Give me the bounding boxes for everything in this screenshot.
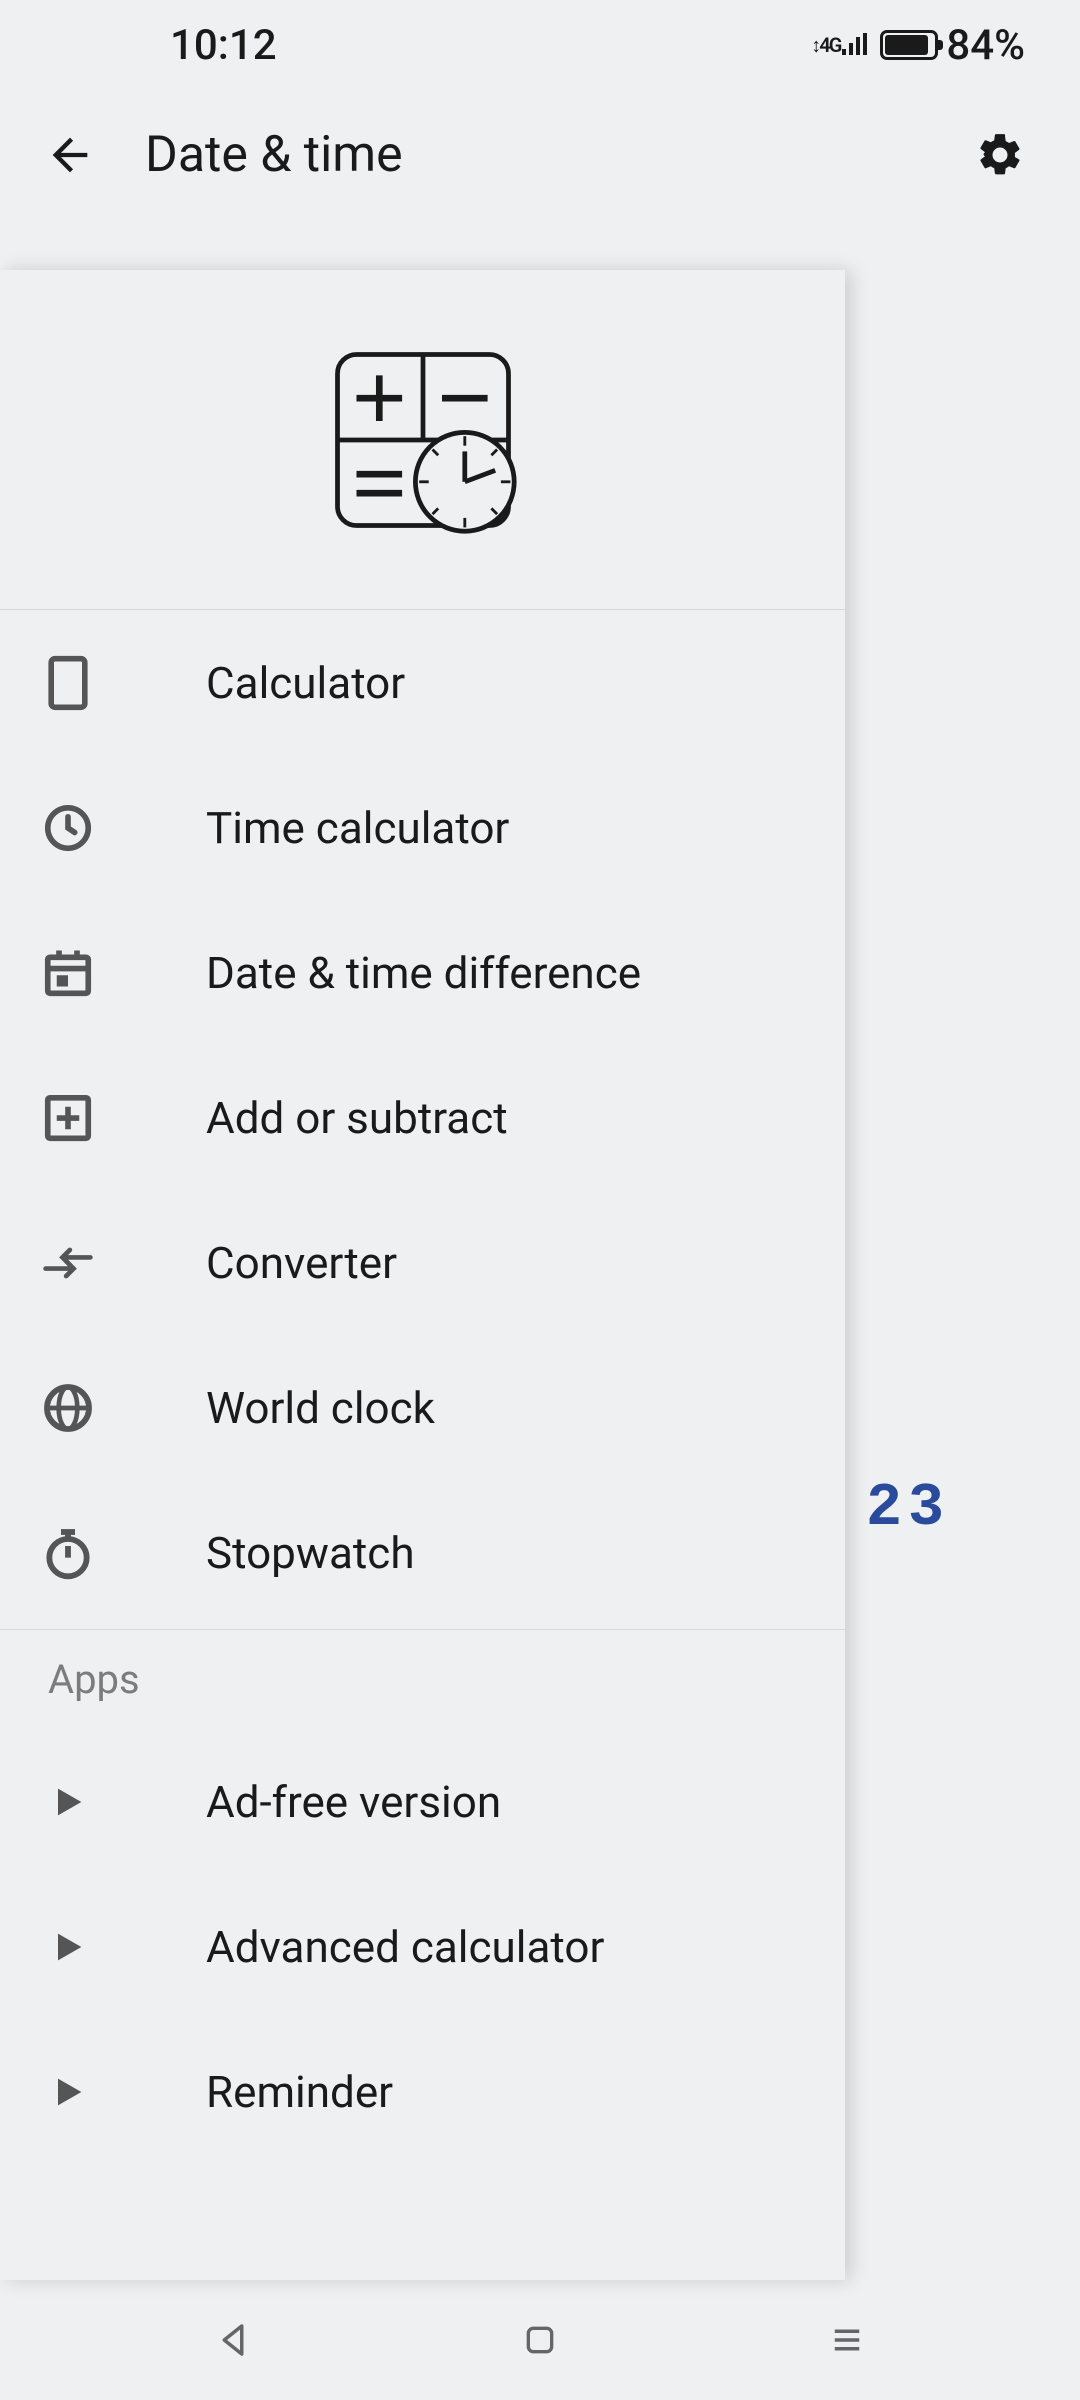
battery-percent: 84% — [946, 21, 1025, 70]
drawer-item-label: World clock — [206, 1382, 435, 1434]
drawer-item-calculator[interactable]: Calculator — [0, 610, 845, 755]
arrow-left-icon — [44, 129, 96, 181]
gear-icon — [975, 130, 1025, 180]
navigation-drawer: Calculator Time calculator Date & time d… — [0, 270, 845, 2280]
stopwatch-icon — [40, 1525, 96, 1581]
back-button[interactable] — [40, 125, 100, 185]
app-header: Date & time — [0, 90, 1080, 220]
status-bar: 10:12 ↕4G 84% — [0, 0, 1080, 90]
calculator-icon — [40, 655, 96, 711]
nav-back-button[interactable] — [203, 2310, 263, 2370]
drawer-logo-area — [0, 270, 845, 610]
system-nav-bar — [0, 2280, 1080, 2400]
drawer-item-reminder[interactable]: Reminder — [0, 2019, 845, 2164]
calendar-icon — [40, 945, 96, 1001]
play-icon — [40, 1919, 96, 1975]
nav-recents-button[interactable] — [817, 2310, 877, 2370]
digital-readout: 23 — [866, 1475, 950, 1543]
drawer-item-date-time-difference[interactable]: Date & time difference — [0, 900, 845, 1045]
status-time: 10:12 — [55, 21, 277, 70]
status-right: ↕4G 84% — [811, 21, 1025, 70]
drawer-item-label: Calculator — [206, 657, 405, 709]
nav-home-button[interactable] — [510, 2310, 570, 2370]
page-title: Date & time — [145, 126, 925, 184]
play-icon — [40, 1774, 96, 1830]
square-home-icon — [520, 2320, 560, 2360]
drawer-item-label: Reminder — [206, 2066, 393, 2118]
drawer-item-world-clock[interactable]: World clock — [0, 1335, 845, 1480]
arrows-icon — [40, 1235, 96, 1291]
drawer-item-label: Converter — [206, 1237, 397, 1289]
drawer-item-advanced-calculator[interactable]: Advanced calculator — [0, 1874, 845, 2019]
drawer-item-label: Time calculator — [206, 802, 509, 854]
plus-box-icon — [40, 1090, 96, 1146]
battery-icon — [880, 30, 938, 60]
network-icon: ↕4G — [811, 33, 868, 58]
drawer-item-label: Ad-free version — [206, 1776, 501, 1828]
drawer-item-label: Advanced calculator — [206, 1921, 604, 1973]
drawer-item-converter[interactable]: Converter — [0, 1190, 845, 1335]
drawer-item-ad-free[interactable]: Ad-free version — [0, 1729, 845, 1874]
app-logo-icon — [328, 345, 518, 535]
drawer-item-label: Stopwatch — [206, 1527, 415, 1579]
drawer-item-stopwatch[interactable]: Stopwatch — [0, 1480, 845, 1625]
globe-icon — [40, 1380, 96, 1436]
play-icon — [40, 2064, 96, 2120]
menu-recents-icon — [826, 2319, 868, 2361]
drawer-list[interactable]: Calculator Time calculator Date & time d… — [0, 610, 845, 2280]
drawer-item-add-subtract[interactable]: Add or subtract — [0, 1045, 845, 1190]
drawer-item-time-calculator[interactable]: Time calculator — [0, 755, 845, 900]
triangle-back-icon — [212, 2319, 254, 2361]
drawer-item-label: Date & time difference — [206, 947, 641, 999]
drawer-section-apps: Apps — [0, 1629, 845, 1729]
drawer-item-label: Add or subtract — [206, 1092, 508, 1144]
battery-indicator: 84% — [880, 21, 1025, 70]
clock-icon — [40, 800, 96, 856]
settings-button[interactable] — [970, 125, 1030, 185]
